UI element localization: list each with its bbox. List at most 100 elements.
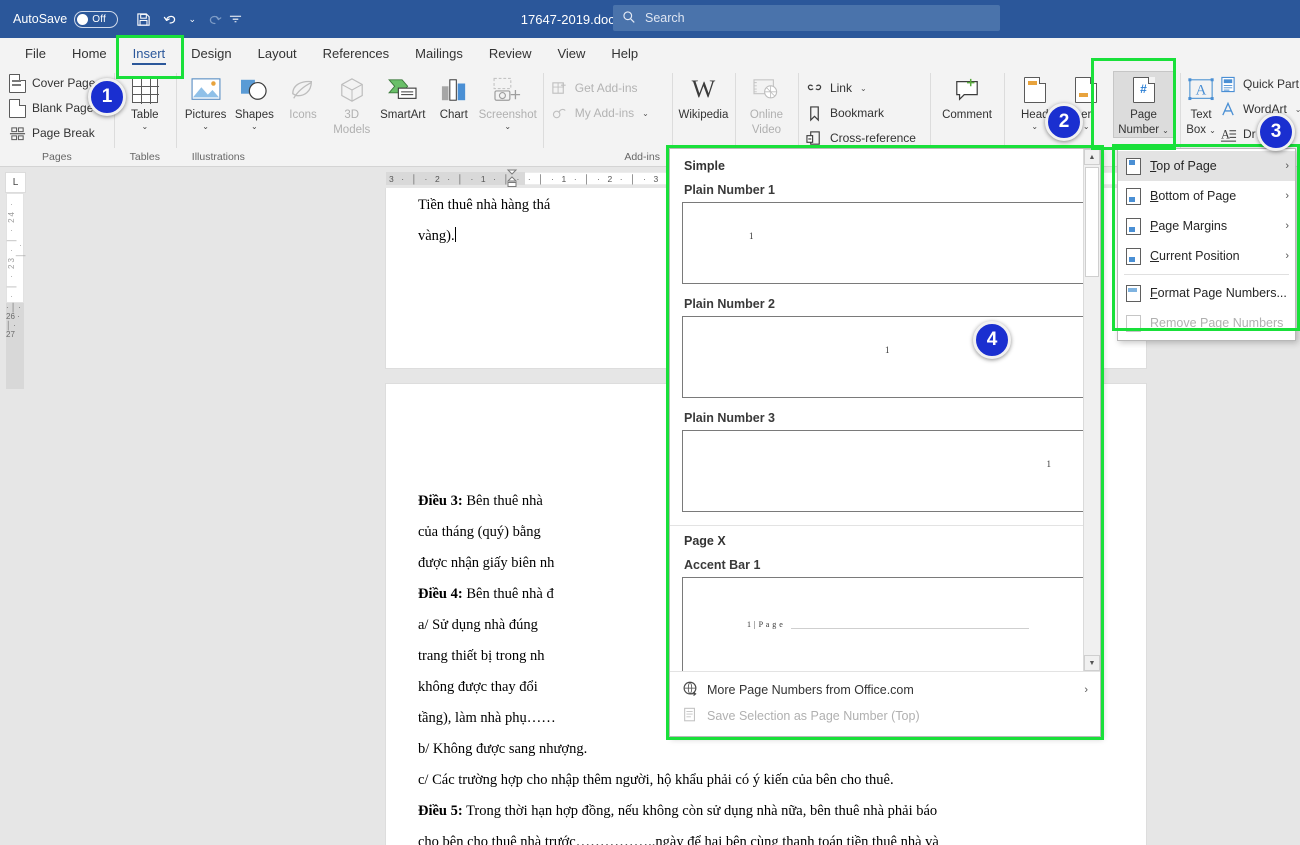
header-dropdown-caret-icon[interactable]: ⌄ xyxy=(1031,122,1038,131)
get-addins-icon xyxy=(551,79,569,97)
my-addins-icon xyxy=(551,104,569,122)
customize-qat-icon[interactable] xyxy=(228,7,242,32)
blank-page-label: Blank Page xyxy=(32,101,94,115)
document-canvas[interactable]: Tiền thuê nhà hàng thá vàng). Điều 3: Bê… xyxy=(26,188,1300,845)
gallery-preview-plain-number-2[interactable]: 1 xyxy=(682,316,1088,398)
chart-label: Chart xyxy=(439,109,468,121)
drop-cap-icon: A xyxy=(1219,125,1237,143)
tab-view[interactable]: View xyxy=(544,43,598,66)
smartart-label: SmartArt xyxy=(380,109,426,121)
wikipedia-icon: W xyxy=(691,76,716,103)
tab-home[interactable]: Home xyxy=(59,43,120,66)
my-addins-dropdown-caret-icon[interactable]: ⌄ xyxy=(642,109,649,118)
shapes-button[interactable]: Shapes ⌄ xyxy=(231,71,279,131)
table-dropdown-caret-icon[interactable]: ⌄ xyxy=(141,122,148,131)
link-dropdown-caret-icon[interactable]: ⌄ xyxy=(860,84,867,93)
tables-group-label: Tables xyxy=(129,151,160,163)
screenshot-button[interactable]: Screenshot ⌄ xyxy=(479,71,537,131)
page2-wide-line-2: Điều 5: Trong thời hạn hợp đồng, nếu khô… xyxy=(418,796,1114,827)
search-input[interactable]: Search xyxy=(645,11,685,25)
online-video-label1: Online xyxy=(749,109,784,121)
footer-dropdown-caret-icon[interactable]: ⌄ xyxy=(1083,122,1090,131)
pictures-dropdown-caret-icon[interactable]: ⌄ xyxy=(202,122,209,131)
pictures-button[interactable]: Pictures ⌄ xyxy=(182,71,230,131)
indent-markers[interactable] xyxy=(505,169,519,188)
text-box-label2: Box xyxy=(1186,124,1207,136)
text-box-button[interactable]: A Text Box ⌄ xyxy=(1186,71,1216,137)
comment-icon xyxy=(953,73,981,107)
comment-button[interactable]: Comment xyxy=(936,71,998,122)
tab-mailings[interactable]: Mailings xyxy=(402,43,476,66)
gallery-scroll-region[interactable]: Simple Plain Number 1 1 Plain Number 2 1… xyxy=(670,149,1100,671)
bookmark-button[interactable]: Bookmark xyxy=(804,102,921,124)
smartart-button[interactable]: SmartArt xyxy=(377,71,429,122)
page-margins-chevron-icon: › xyxy=(1285,220,1289,232)
cover-page-icon xyxy=(8,73,26,93)
text-box-dropdown-caret-icon[interactable]: ⌄ xyxy=(1209,126,1216,135)
blank-page-button[interactable]: Blank Page xyxy=(6,97,100,119)
wikipedia-button[interactable]: W Wikipedia xyxy=(678,71,729,122)
shapes-icon xyxy=(239,73,269,107)
cover-page-button[interactable]: Cover Page xyxy=(6,72,100,94)
menu-item-bottom-of-page[interactable]: Bottom of Page › xyxy=(1118,181,1295,211)
chart-button[interactable]: Chart xyxy=(430,71,478,122)
cross-reference-button[interactable]: Cross-reference xyxy=(804,127,921,149)
svg-text:A: A xyxy=(1196,83,1207,99)
online-video-button[interactable]: Online Video xyxy=(741,71,792,137)
undo-dropdown-caret-icon[interactable]: ⌄ xyxy=(185,7,199,32)
gallery-scrollbar[interactable]: ▲ ▼ xyxy=(1083,149,1100,671)
wordart-dropdown-caret-icon[interactable]: ⌄ xyxy=(1295,105,1300,114)
quick-parts-button[interactable]: Quick Part xyxy=(1217,73,1300,95)
menu-item-page-margins[interactable]: Page Margins › xyxy=(1118,211,1295,241)
shapes-dropdown-caret-icon[interactable]: ⌄ xyxy=(251,122,258,131)
icons-label: Icons xyxy=(289,109,317,121)
get-addins-button[interactable]: Get Add-ins xyxy=(549,77,654,99)
vertical-ruler-bottom[interactable]: · │ · 26 · │ · 27 xyxy=(6,303,24,389)
menu-item-current-position[interactable]: Current Position › xyxy=(1118,241,1295,271)
gallery-preview-plain-number-1[interactable]: 1 xyxy=(682,202,1088,284)
3d-models-button[interactable]: 3D Models xyxy=(328,71,376,137)
remove-page-numbers-icon xyxy=(1126,314,1141,332)
page-number-gallery[interactable]: Simple Plain Number 1 1 Plain Number 2 1… xyxy=(669,148,1101,737)
tab-design[interactable]: Design xyxy=(178,43,244,66)
tab-layout[interactable]: Layout xyxy=(245,43,310,66)
save-icon[interactable] xyxy=(131,7,156,32)
undo-icon[interactable] xyxy=(158,7,183,32)
tab-help[interactable]: Help xyxy=(598,43,651,66)
page-margins-icon xyxy=(1126,217,1141,235)
gallery-footer: More Page Numbers from Office.com › Save… xyxy=(670,671,1100,736)
icons-button[interactable]: Icons xyxy=(279,71,327,122)
screenshot-dropdown-caret-icon[interactable]: ⌄ xyxy=(504,122,511,131)
tab-file[interactable]: File xyxy=(12,43,59,66)
tab-stop-selector[interactable]: L xyxy=(5,172,26,193)
vertical-ruler-top[interactable]: · │ · 23 · │ · 24 · │ · xyxy=(6,193,25,303)
page-break-button[interactable]: Page Break xyxy=(6,122,100,144)
page-number-dropdown-menu[interactable]: Top of Page › Bottom of Page › Page Marg… xyxy=(1117,148,1296,341)
scroll-up-arrow-icon[interactable]: ▲ xyxy=(1084,149,1100,165)
autosave-control[interactable]: AutoSave Off xyxy=(13,10,119,28)
menu-item-format-page-numbers[interactable]: Format Page Numbers... xyxy=(1118,278,1295,308)
tab-review[interactable]: Review xyxy=(476,43,545,66)
page1-line-2-text: vàng). xyxy=(418,228,455,244)
drop-cap-label: Dr xyxy=(1243,127,1256,141)
gallery-scrollbar-thumb[interactable] xyxy=(1085,167,1099,277)
tab-insert[interactable]: Insert xyxy=(120,43,179,66)
more-page-numbers-from-office-button[interactable]: More Page Numbers from Office.com › xyxy=(670,677,1100,703)
scroll-down-arrow-icon[interactable]: ▼ xyxy=(1084,655,1100,671)
search-box[interactable]: Search xyxy=(613,5,1000,31)
office-online-icon xyxy=(682,681,698,700)
gallery-preview-accent-bar-1[interactable]: 1 | P a g e xyxy=(682,577,1088,671)
illustrations-group-label: Illustrations xyxy=(191,151,245,163)
page-number-dropdown-caret-icon[interactable]: ⌄ xyxy=(1162,126,1169,135)
my-addins-button[interactable]: My Add-ins ⌄ xyxy=(549,102,654,124)
wordart-icon xyxy=(1219,100,1237,118)
page-number-label2-row: Number ⌄ xyxy=(1118,124,1169,137)
link-button[interactable]: Link ⌄ xyxy=(804,77,921,99)
page-number-button[interactable]: # Page Number ⌄ xyxy=(1113,71,1175,138)
tab-references[interactable]: References xyxy=(310,43,402,66)
redo-icon[interactable] xyxy=(201,7,226,32)
menu-item-top-of-page[interactable]: Top of Page › xyxy=(1118,151,1295,181)
table-button[interactable]: Table ⌄ xyxy=(120,71,170,131)
autosave-toggle[interactable]: Off xyxy=(74,10,119,28)
gallery-preview-plain-number-3[interactable]: 1 xyxy=(682,430,1088,512)
